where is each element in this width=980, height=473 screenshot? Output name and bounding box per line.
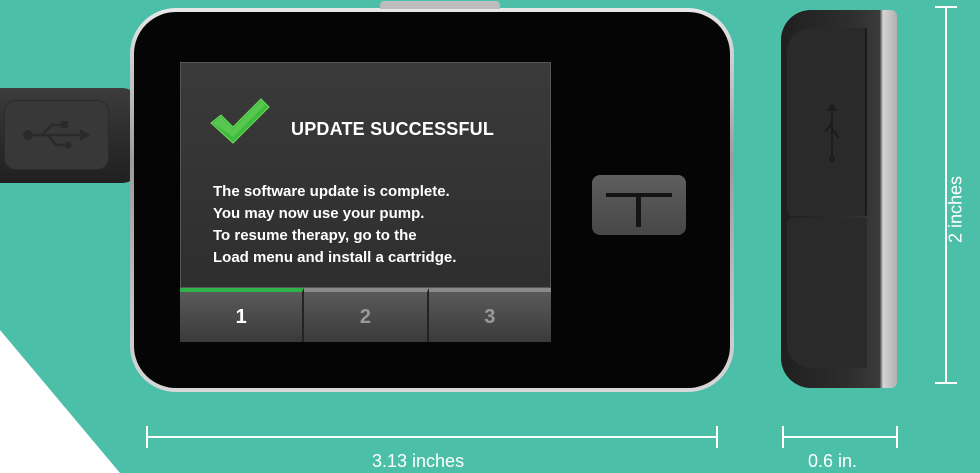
checkmark-icon — [210, 98, 270, 144]
side-panel-upper — [787, 28, 867, 216]
side-panel-lower — [787, 218, 867, 368]
depth-dimension-tick-right — [896, 426, 898, 448]
tab-2[interactable]: 2 — [304, 288, 429, 342]
top-button[interactable] — [380, 1, 500, 9]
tab-3[interactable]: 3 — [428, 288, 551, 342]
width-dimension-tick-left — [146, 426, 148, 448]
usb-port-icon — [825, 103, 839, 162]
pump-side-view — [781, 10, 897, 388]
usb-icon — [23, 121, 90, 149]
height-dimension-tick-bottom — [935, 382, 957, 384]
update-title: UPDATE SUCCESSFUL — [291, 119, 495, 139]
message-line: Load menu and install a cartridge. — [213, 249, 457, 266]
usb-plug-face — [4, 100, 109, 170]
t-button[interactable] — [592, 175, 686, 235]
depth-dimension-tick-left — [782, 426, 784, 448]
height-dimension-tick-top — [935, 6, 957, 8]
width-label: 3.13 inches — [372, 451, 465, 471]
width-dimension-line — [146, 436, 718, 438]
width-dimension-tick-right — [716, 426, 718, 448]
depth-dimension-line — [782, 436, 898, 438]
t-logo-icon — [606, 193, 672, 227]
depth-label: 0.6 in. — [808, 451, 858, 471]
message-line: To resume therapy, go to the — [213, 227, 417, 244]
pump-screen: UPDATE SUCCESSFUL The software update is… — [180, 62, 551, 288]
screen-tabs: 1 2 3 — [180, 288, 551, 342]
pump-front-body: UPDATE SUCCESSFUL The software update is… — [134, 12, 730, 388]
usb-cable-plug — [0, 88, 140, 183]
message-line: You may now use your pump. — [213, 205, 425, 222]
tab-1[interactable]: 1 — [180, 288, 305, 342]
height-label: 2 inches — [945, 175, 966, 244]
pump-front-view: UPDATE SUCCESSFUL The software update is… — [130, 1, 734, 392]
message-line: The software update is complete. — [213, 183, 450, 200]
